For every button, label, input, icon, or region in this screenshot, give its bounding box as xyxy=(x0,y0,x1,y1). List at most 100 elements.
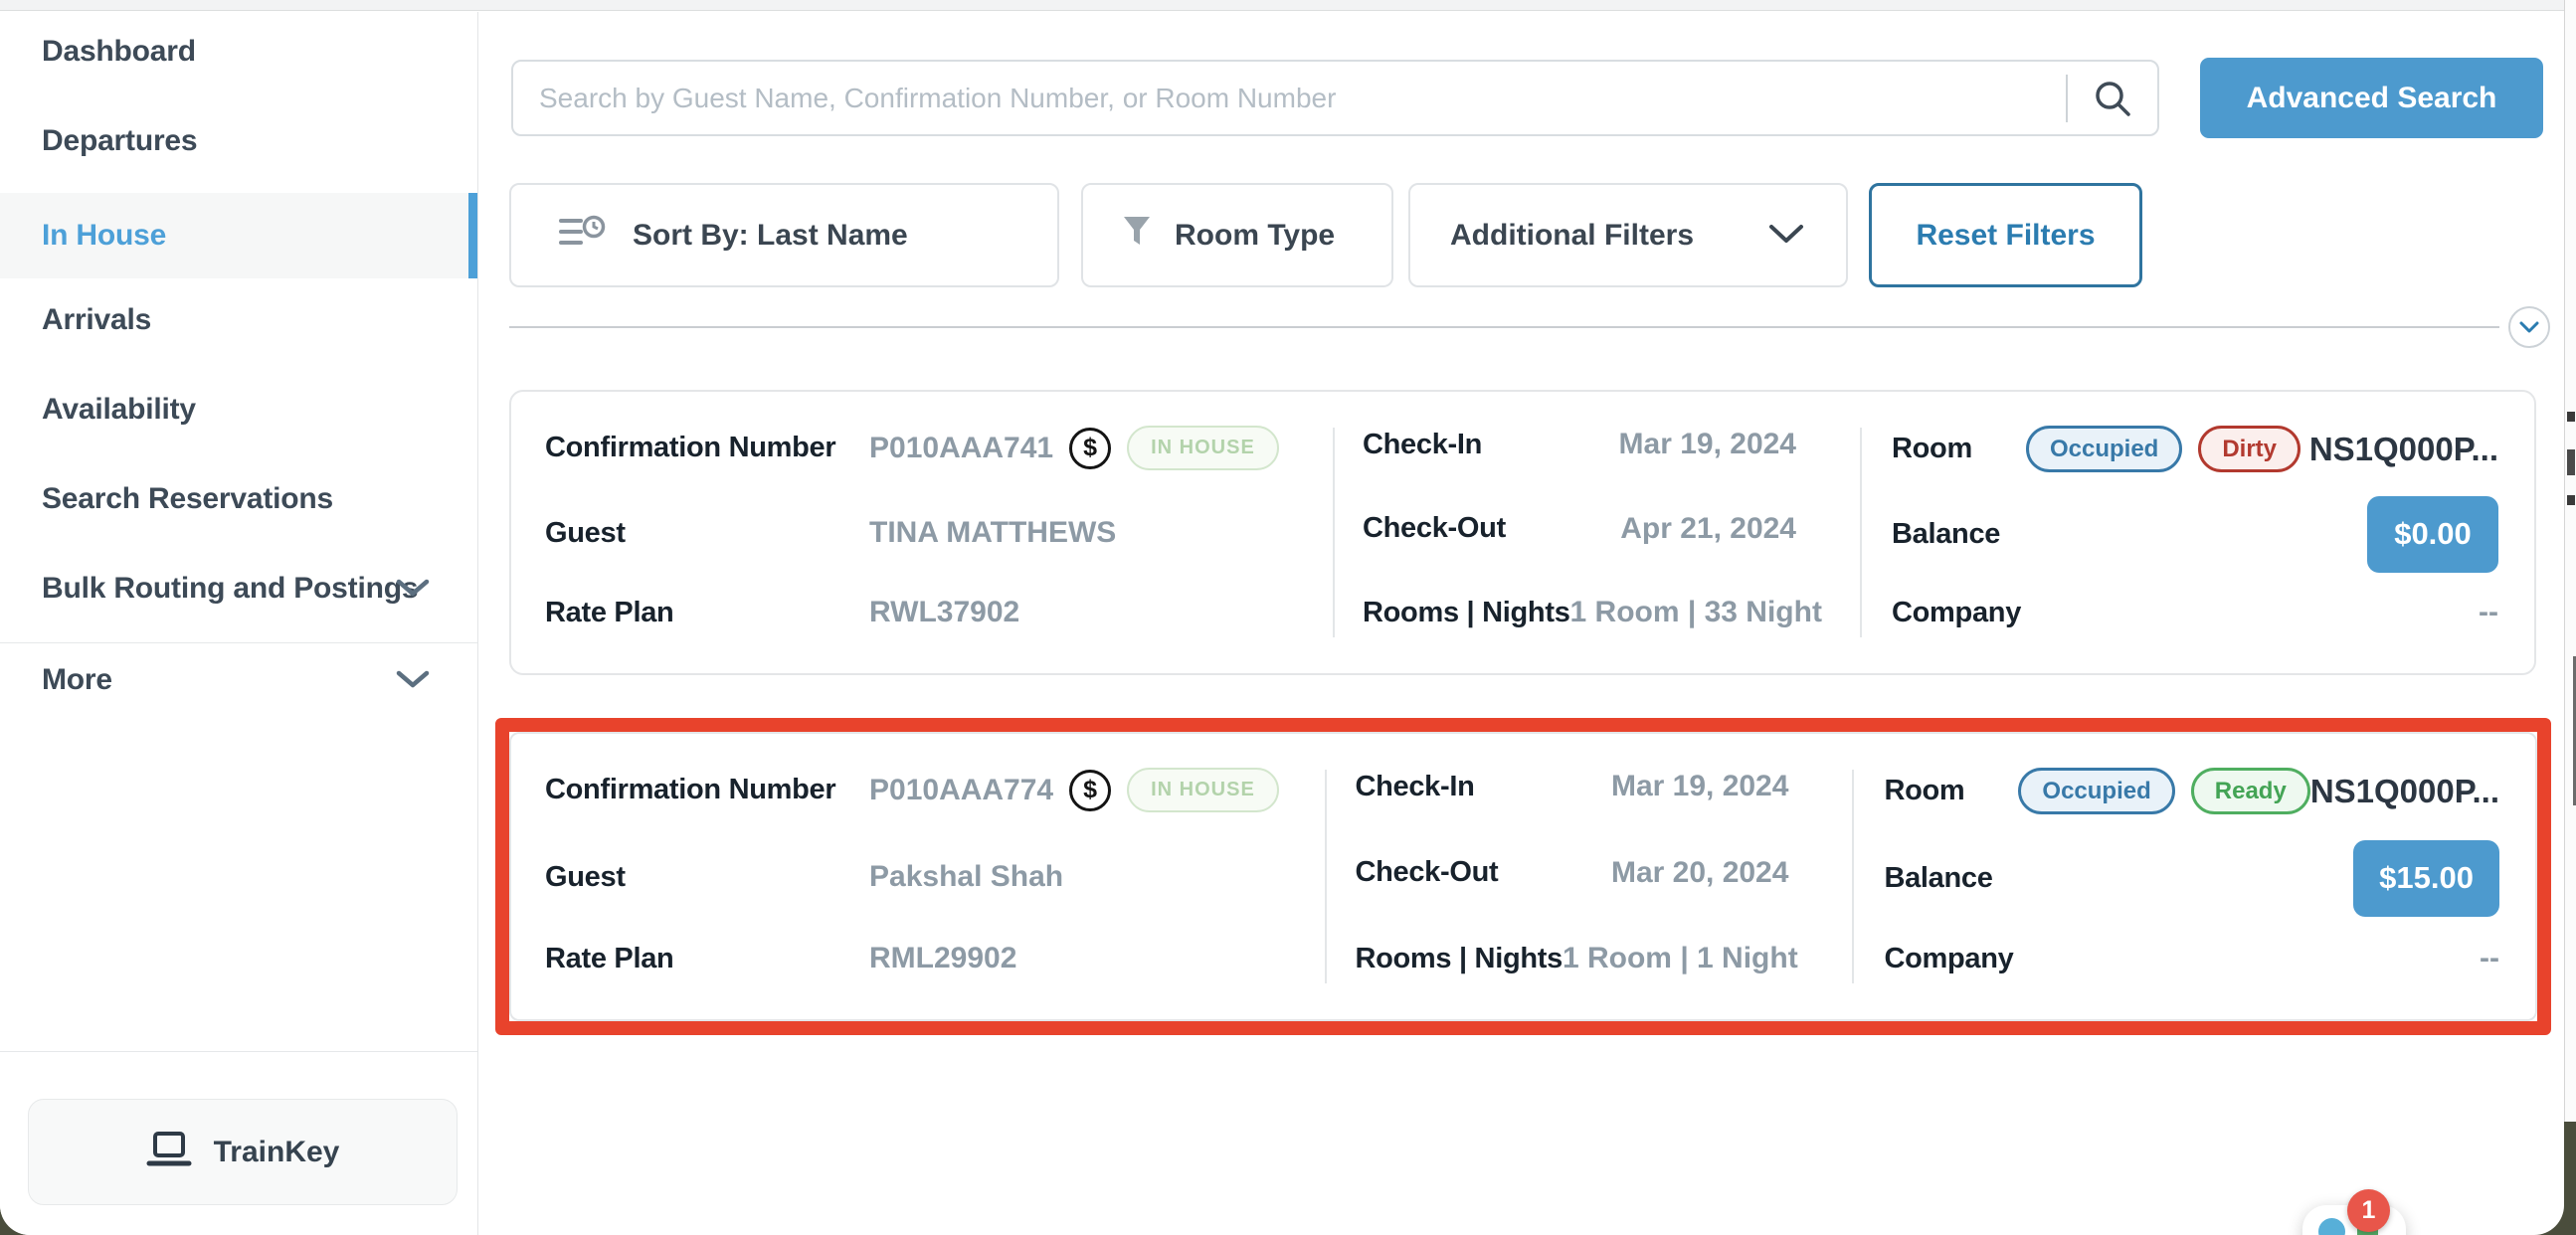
housekeeping-status-pill: Dirty xyxy=(2198,426,2300,472)
check-out-date: Mar 20, 2024 xyxy=(1611,856,1788,890)
rooms-nights-label: Rooms | Nights xyxy=(1363,597,1570,629)
sidebar-item-arrivals[interactable]: Arrivals xyxy=(0,290,477,350)
confirmation-number: P010AAA774 xyxy=(869,774,1053,807)
rate-plan-label: Rate Plan xyxy=(545,597,869,629)
additional-filters-dropdown[interactable]: Additional Filters xyxy=(1408,183,1848,287)
chevron-down-icon xyxy=(396,663,430,697)
room-label: Room xyxy=(1892,433,1972,465)
sliver-mark xyxy=(2567,495,2575,505)
additional-filters-label: Additional Filters xyxy=(1450,219,1694,253)
sliver-mark xyxy=(2567,412,2575,422)
check-in-date: Mar 19, 2024 xyxy=(1611,770,1788,803)
balance-button[interactable]: $15.00 xyxy=(2353,840,2499,917)
room-type-filter-button[interactable]: Room Type xyxy=(1081,183,1393,287)
sidebar-item-label: Departures xyxy=(42,124,197,158)
room-number: NS1Q000P... xyxy=(2310,773,2499,810)
collapse-toggle-button[interactable] xyxy=(2508,306,2550,348)
sidebar-item-label: Dashboard xyxy=(42,35,196,69)
guest-label: Guest xyxy=(545,517,869,550)
list-divider xyxy=(509,326,2499,328)
reset-filters-label: Reset Filters xyxy=(1916,219,2095,253)
balance-label: Balance xyxy=(1884,862,1992,895)
sort-icon xyxy=(559,214,607,258)
window-top-strip xyxy=(0,0,2564,11)
rate-plan-label: Rate Plan xyxy=(545,943,869,975)
sidebar-item-availability[interactable]: Availability xyxy=(0,380,477,440)
sort-by-button[interactable]: Sort By: Last Name xyxy=(509,183,1059,287)
chevron-down-icon xyxy=(1768,219,1804,253)
guest-name: TINA MATTHEWS xyxy=(869,516,1116,550)
notification-badge: 1 xyxy=(2347,1189,2390,1232)
check-in-label: Check-In xyxy=(1363,429,1482,461)
balance-button[interactable]: $0.00 xyxy=(2367,496,2498,573)
card-room-section: Room Occupied Dirty NS1Q000P... Balance … xyxy=(1862,392,2534,673)
card-stay-section: Check-In Mar 19, 2024 Check-Out Apr 21, … xyxy=(1333,428,1862,637)
sidebar-item-label: Bulk Routing and Postings xyxy=(42,572,418,606)
balance-label: Balance xyxy=(1892,518,2000,551)
sidebar-item-label: Search Reservations xyxy=(42,482,333,516)
company-label: Company xyxy=(1892,597,2021,629)
sidebar-item-dashboard[interactable]: Dashboard xyxy=(0,22,477,82)
room-type-label: Room Type xyxy=(1175,219,1335,253)
check-out-label: Check-Out xyxy=(1355,856,1498,889)
company-value: -- xyxy=(2480,942,2499,975)
sidebar-item-label: Arrivals xyxy=(42,303,151,337)
search-box xyxy=(511,60,2159,136)
sidebar-item-departures[interactable]: Departures xyxy=(0,111,477,171)
sidebar-item-bulk-routing[interactable]: Bulk Routing and Postings xyxy=(0,559,477,618)
laptop-icon xyxy=(146,1131,192,1173)
check-out-label: Check-Out xyxy=(1363,512,1506,545)
check-in-label: Check-In xyxy=(1355,771,1474,803)
company-label: Company xyxy=(1884,943,2013,975)
search-input[interactable] xyxy=(513,62,2066,134)
card-stay-section: Check-In Mar 19, 2024 Check-Out Mar 20, … xyxy=(1325,770,1854,983)
search-icon[interactable] xyxy=(2068,78,2157,119)
sidebar-item-in-house[interactable]: In House xyxy=(0,193,477,278)
chevron-down-icon xyxy=(2519,321,2539,333)
card-guest-section: Confirmation Number P010AAA741 $ IN HOUS… xyxy=(511,392,1333,673)
sort-by-label: Sort By: Last Name xyxy=(633,219,908,253)
sidebar-item-label: In House xyxy=(42,219,166,253)
rate-plan-value: RML29902 xyxy=(869,942,1016,975)
background-window-sliver xyxy=(2564,0,2576,1122)
housekeeping-status-pill: Ready xyxy=(2191,768,2310,814)
room-number: NS1Q000P... xyxy=(2309,431,2498,468)
reservation-card[interactable]: Confirmation Number P010AAA741 $ IN HOUS… xyxy=(509,390,2536,675)
check-in-date: Mar 19, 2024 xyxy=(1619,428,1796,461)
chat-icon-shape xyxy=(2318,1218,2345,1235)
chevron-down-icon xyxy=(396,572,430,606)
sidebar-divider xyxy=(0,1051,477,1052)
highlight-frame: Confirmation Number P010AAA774 $ IN HOUS… xyxy=(495,718,2551,1035)
sidebar-item-search-reservations[interactable]: Search Reservations xyxy=(0,469,477,529)
guest-name: Pakshal Shah xyxy=(869,860,1063,894)
rooms-nights-value: 1 Room | 1 Night xyxy=(1563,942,1798,975)
guest-label: Guest xyxy=(545,861,869,894)
sidebar: Dashboard Departures In House Arrivals A… xyxy=(0,12,478,1235)
rate-plan-value: RWL37902 xyxy=(869,596,1019,629)
app-window: Dashboard Departures In House Arrivals A… xyxy=(0,0,2564,1235)
sliver-mark xyxy=(2567,449,2575,475)
rooms-nights-label: Rooms | Nights xyxy=(1355,943,1563,975)
sidebar-item-label: More xyxy=(42,663,112,697)
trainkey-button[interactable]: TrainKey xyxy=(28,1099,458,1205)
card-guest-section: Confirmation Number P010AAA774 $ IN HOUS… xyxy=(511,734,1325,1019)
confirmation-number: P010AAA741 xyxy=(869,432,1053,465)
card-room-section: Room Occupied Ready NS1Q000P... Balance … xyxy=(1854,734,2535,1019)
status-badge: IN HOUSE xyxy=(1127,426,1279,470)
trainkey-label: TrainKey xyxy=(214,1136,340,1169)
advanced-search-button[interactable]: Advanced Search xyxy=(2200,58,2543,138)
sidebar-divider xyxy=(0,642,477,643)
sidebar-item-label: Availability xyxy=(42,393,196,427)
occupancy-status-pill: Occupied xyxy=(2018,768,2174,814)
confirmation-label: Confirmation Number xyxy=(545,774,869,806)
check-out-date: Apr 21, 2024 xyxy=(1620,512,1796,546)
reservation-card-highlighted[interactable]: Confirmation Number P010AAA774 $ IN HOUS… xyxy=(509,732,2537,1021)
room-label: Room xyxy=(1884,775,1964,807)
company-value: -- xyxy=(2479,596,2498,629)
dollar-circle-icon[interactable]: $ xyxy=(1069,428,1111,469)
sidebar-item-more[interactable]: More xyxy=(0,650,477,710)
filter-funnel-icon xyxy=(1121,215,1153,257)
rooms-nights-value: 1 Room | 33 Night xyxy=(1570,596,1822,629)
reset-filters-button[interactable]: Reset Filters xyxy=(1869,183,2142,287)
dollar-circle-icon[interactable]: $ xyxy=(1069,770,1111,811)
